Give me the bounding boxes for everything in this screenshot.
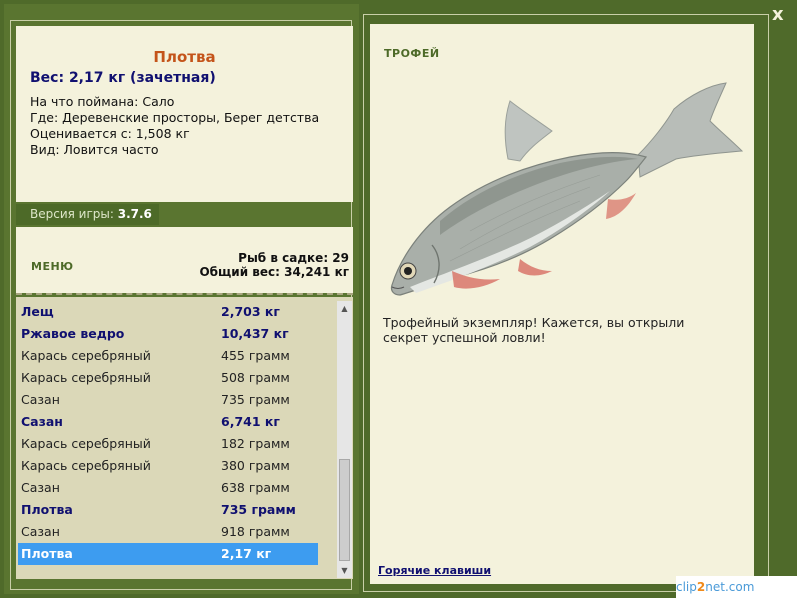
catch-name: Карась серебряный xyxy=(21,348,151,363)
catch-list: Лещ 2,703 кг Ржавое ведро 10,437 кг Карась с… xyxy=(16,297,353,579)
catch-weight: 455 грамм xyxy=(221,348,290,363)
catch-row[interactable]: Лещ 2,703 кг xyxy=(18,301,318,323)
catch-weight: 508 грамм xyxy=(221,370,290,385)
catch-name: Карась серебряный xyxy=(21,436,151,451)
catch-name: Сазан xyxy=(21,414,63,429)
catch-name: Плотва xyxy=(21,502,73,517)
version-value: 3.7.6 xyxy=(117,207,152,221)
trophy-description: Трофейный экземпляр! Кажется, вы открыли… xyxy=(383,315,685,345)
catch-name: Сазан xyxy=(21,480,60,495)
catch-row[interactable]: Карась серебряный 380 грамм xyxy=(18,455,318,477)
menu-button[interactable]: МЕНЮ xyxy=(31,260,74,273)
catch-weight: 182 грамм xyxy=(221,436,290,451)
catch-weight: 2,703 кг xyxy=(221,304,280,319)
catch-name: Ржавое ведро xyxy=(21,326,125,341)
fish-icon xyxy=(390,82,744,296)
valued-from: Оценивается с: 1,508 кг xyxy=(30,126,190,141)
catch-row[interactable]: Плотва 2,17 кг xyxy=(18,543,318,565)
catch-weight: 380 грамм xyxy=(221,458,290,473)
fish-info-panel: Плотва Вес: 2,17 кг (зачетная) На что по… xyxy=(16,26,353,202)
catch-weight: 735 грамм xyxy=(221,392,290,407)
catch-weight: 638 грамм xyxy=(221,480,290,495)
scroll-up-arrow-icon[interactable]: ▲ xyxy=(337,301,352,316)
catch-row[interactable]: Карась серебряный 182 грамм xyxy=(18,433,318,455)
catch-name: Сазан xyxy=(21,392,60,407)
catch-name: Карась серебряный xyxy=(21,370,151,385)
dashed-separator xyxy=(16,293,353,295)
catch-row[interactable]: Сазан 735 грамм xyxy=(18,389,318,411)
version-bar: Версия игры: 3.7.6 xyxy=(16,204,159,225)
catch-name: Карась серебряный xyxy=(21,458,151,473)
version-label: Версия игры: xyxy=(30,207,114,221)
watermark-part2: 2 xyxy=(696,580,706,594)
catch-row[interactable]: Карась серебряный 508 грамм xyxy=(18,367,318,389)
catch-name: Сазан xyxy=(21,524,60,539)
catch-row[interactable]: Сазан 918 грамм xyxy=(18,521,318,543)
scrollbar-thumb[interactable] xyxy=(339,459,350,561)
fish-title: Плотва xyxy=(153,48,216,66)
catch-row[interactable]: Сазан 6,741 кг xyxy=(18,411,318,433)
catch-weight: 2,17 кг xyxy=(221,546,272,561)
fish-kind: Вид: Ловится часто xyxy=(30,142,159,157)
fish-weight: Вес: 2,17 кг (зачетная) xyxy=(30,70,216,86)
watermark-part1: clip xyxy=(676,580,697,594)
catch-weight: 6,741 кг xyxy=(221,414,280,429)
total-weight: Общий вес: 34,241 кг xyxy=(199,265,349,279)
watermark-part3: net.com xyxy=(705,580,755,594)
catch-weight: 10,437 кг xyxy=(221,326,289,341)
location: Где: Деревенские просторы, Берег детства xyxy=(30,110,320,125)
scroll-down-arrow-icon[interactable]: ▼ xyxy=(337,563,352,578)
catch-row[interactable]: Плотва 735 грамм xyxy=(18,499,318,521)
scrollbar[interactable]: ▲ ▼ xyxy=(337,301,352,578)
catch-name: Плотва xyxy=(21,546,73,561)
catch-row[interactable]: Карась серебряный 455 грамм xyxy=(18,345,318,367)
menu-panel: МЕНЮ Рыб в садке: 29 Общий вес: 34,241 к… xyxy=(16,227,353,293)
catch-weight: 735 грамм xyxy=(221,502,296,517)
trophy-panel: ТРОФЕЙ Трофейный экземпляр! Кажется, вы xyxy=(370,24,754,584)
keepnet-count: Рыб в садке: 29 xyxy=(238,251,349,265)
catch-name: Лещ xyxy=(21,304,54,319)
close-icon[interactable]: x xyxy=(772,4,784,25)
caught-on: На что поймана: Сало xyxy=(30,94,175,109)
watermark: clip2net.com xyxy=(676,576,797,598)
catch-row[interactable]: Сазан 638 грамм xyxy=(18,477,318,499)
catch-row[interactable]: Ржавое ведро 10,437 кг xyxy=(18,323,318,345)
hotkeys-link[interactable]: Горячие клавиши xyxy=(378,564,491,577)
catch-weight: 918 грамм xyxy=(221,524,290,539)
